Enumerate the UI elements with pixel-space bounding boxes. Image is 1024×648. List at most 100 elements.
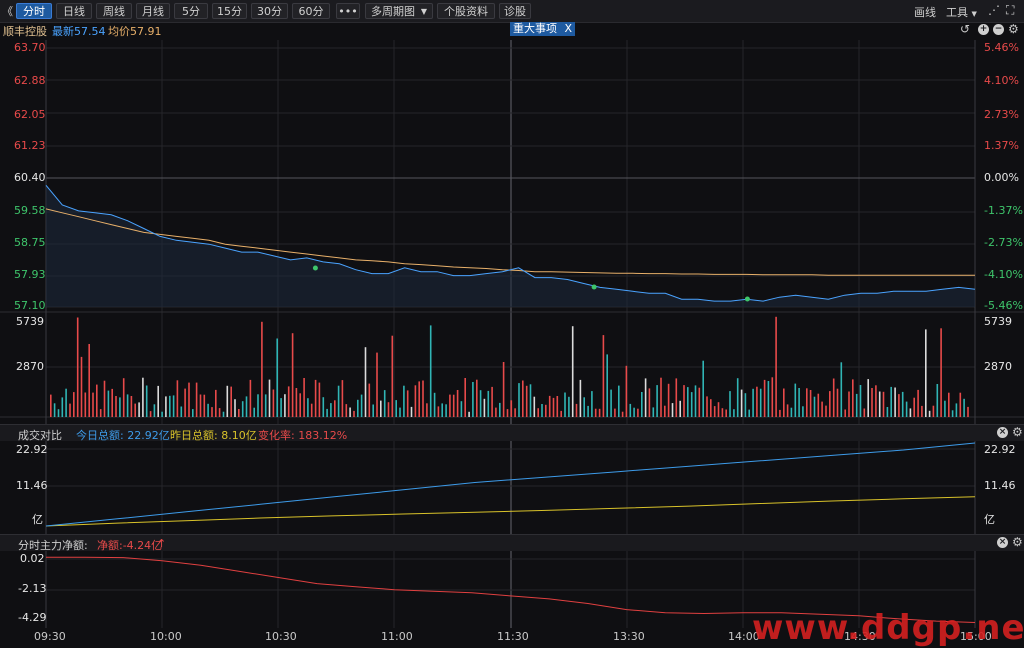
volume-bar [913,397,915,417]
volume-bar [763,379,766,417]
volume-bar [238,409,240,417]
volume-bar [253,407,255,417]
volume-bar [752,388,754,417]
volume-bar [126,394,129,417]
volume-bar [280,398,282,417]
netflow-axis-bottom: -4.29 [18,611,47,624]
volume-bar [410,406,413,417]
volume-bar [318,382,321,417]
volume-bar [80,356,83,417]
volume-bar [794,383,797,417]
settings-icon[interactable]: ⚙ [1012,535,1023,549]
volume-bar [948,392,950,417]
volume-bar [606,354,608,417]
volume-bar [898,394,900,417]
volume-bar [925,329,927,417]
volume-bar [406,390,409,417]
volume-bar [936,384,939,417]
volume-bar [218,408,221,417]
volume-bar [836,388,839,417]
volume-bar [330,403,332,417]
volume-bar [932,405,935,417]
volume-bar [57,409,60,417]
close-icon[interactable]: × [997,427,1008,438]
volume-bar [660,377,662,417]
volume-bar [468,411,470,417]
volume-bar [122,378,125,417]
volume-bar [641,392,643,417]
volume-bar [414,385,417,417]
volume-bar [176,380,179,417]
volume-bar [422,380,424,417]
volume-bar [909,408,912,417]
turnover-axis-max: 22.92 [16,443,48,456]
volume-bar [725,409,727,417]
volume-bar [571,326,574,417]
turnover-axis-max-right: 22.92 [984,443,1016,456]
volume-bar [345,404,348,417]
volume-bar [387,402,390,417]
volume-bar [149,411,152,417]
volume-bar [928,410,931,417]
volume-bar [598,408,601,417]
volume-bar [882,391,885,417]
volume-bar [771,377,774,417]
volume-bar [452,394,455,417]
volume-bar [740,389,743,417]
volume-bar [602,335,605,417]
volume-bar [775,316,777,417]
volume-bar [195,382,198,417]
volume-bar [99,409,102,417]
time-tick: 09:30 [34,630,66,643]
volume-bar [917,389,919,417]
time-tick: 13:30 [613,630,645,643]
price-tick-right: 0.00% [984,171,1019,184]
volume-bar [257,394,259,417]
flow-marker [744,296,750,302]
netflow-header: 分时主力净额: 净额:-4.24亿 ↑ × ⚙ [0,534,1024,552]
volume-bar [395,400,397,417]
volume-bar [683,385,685,417]
price-tick-right: -2.73% [984,236,1023,249]
volume-bar [264,394,267,417]
volume-bar [522,380,524,417]
volume-bar [353,410,355,417]
volume-bar [138,402,140,417]
volume-bar [418,381,420,417]
time-tick: 11:30 [497,630,529,643]
volume-bar [391,335,394,417]
volume-bar [364,347,367,417]
volume-bar [591,391,593,417]
volume-bar [756,386,758,417]
volume-bar [84,392,87,417]
settings-icon[interactable]: ⚙ [1012,425,1023,439]
volume-bar [802,406,804,417]
volume-bar [525,385,528,417]
volume-bar [798,388,800,417]
close-icon[interactable]: × [997,537,1008,548]
volume-bar [944,400,946,417]
volume-bar [844,409,846,417]
price-tick-left: 59.58 [14,204,46,217]
volume-bar [368,383,371,417]
volume-bar [541,404,543,417]
volume-bar [921,405,923,417]
volume-bar [556,396,559,417]
volume-bar [226,385,229,417]
volume-bar [825,405,827,417]
volume-bar [951,410,954,417]
volume-bar [476,379,478,417]
volume-bar [783,388,785,417]
volume-bar [245,396,248,417]
volume-bar [161,411,163,417]
volume-bar [234,399,236,417]
volume-bar [721,408,724,417]
volume-bar [901,391,904,417]
volume-bar [53,403,56,417]
volume-bar [222,411,225,417]
volume-bar [130,396,133,417]
volume-bar [426,403,428,417]
volume-bar [207,403,209,417]
volume-bar [502,362,505,417]
time-tick: 10:00 [150,630,182,643]
